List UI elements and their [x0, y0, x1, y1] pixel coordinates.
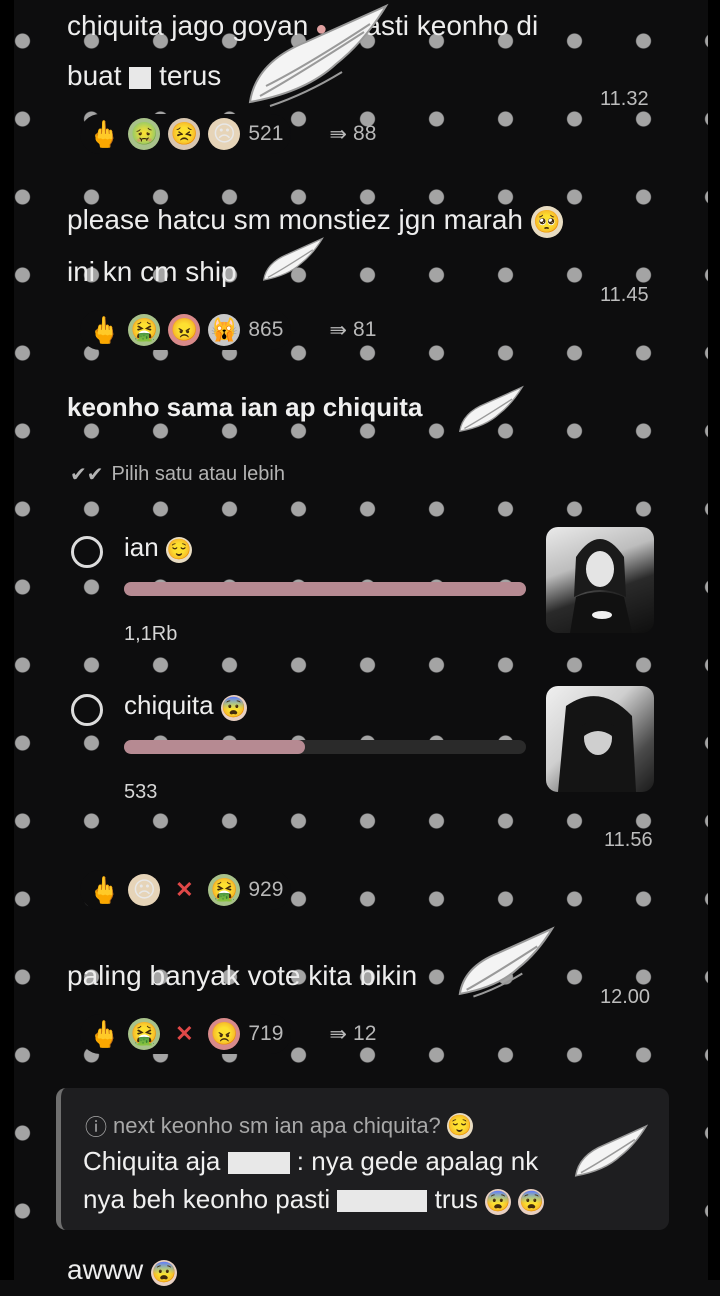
- fearful-face-icon: 😨: [485, 1189, 512, 1215]
- poll-option-ian-fill: [124, 582, 526, 596]
- nauseated-face-icon: 🤮: [128, 1018, 161, 1050]
- angry-face-icon: 😠: [208, 1018, 241, 1050]
- cross-mark-icon: ✕: [175, 1021, 194, 1046]
- poll-option-chiquita-radio[interactable]: [71, 694, 103, 726]
- question-circle-icon: ⓘ: [85, 1115, 108, 1140]
- message-1-time: 11.32: [600, 88, 649, 110]
- poll-option-chiquita-votes: 533: [124, 781, 158, 803]
- message-2-time: 11.45: [600, 284, 649, 306]
- reaction-count: 865: [248, 318, 284, 341]
- confounded-face-icon: 😣: [168, 118, 201, 150]
- wing-sticker: [458, 926, 555, 998]
- message-3-time: 12.00: [600, 986, 651, 1008]
- middle-finger-icon: 🖕: [88, 314, 121, 345]
- wing-sticker: [574, 1124, 649, 1177]
- middle-finger-icon: 🖕: [88, 118, 121, 149]
- left-edge: [0, 0, 14, 1280]
- forward-count[interactable]: ⇛ 88: [329, 122, 376, 147]
- reaction-count: 929: [248, 878, 284, 901]
- poll-option-chiquita-fill: [124, 740, 305, 754]
- angry-face-icon: 😠: [168, 314, 201, 346]
- forward-count[interactable]: ⇛ 81: [329, 318, 376, 343]
- poll-option-chiquita-label[interactable]: chiquita 😨: [124, 690, 247, 721]
- fearful-face-icon: 😨: [518, 1189, 545, 1215]
- forward-count[interactable]: ⇛ 12: [329, 1022, 376, 1047]
- last-message: awww 😨: [67, 1254, 178, 1286]
- forward-arrow-icon: ⇛: [329, 318, 348, 342]
- middle-finger-icon: 🖕: [88, 874, 121, 905]
- censor-block: [129, 66, 152, 89]
- quoted-question: ⓘ next keonho sm ian apa chiquita? 😌: [85, 1110, 473, 1142]
- middle-finger-icon: 🖕: [88, 1018, 121, 1049]
- frowning-face-icon: ☹: [128, 874, 161, 906]
- fearful-face-icon: 😨: [151, 1260, 178, 1286]
- wing-sticker: [248, 3, 389, 107]
- poll-option-ian-photo[interactable]: [546, 527, 654, 633]
- fearful-face-icon: 😨: [220, 695, 247, 721]
- quoted-answer-line-2: nya beh keonho pasti trus 😨 😨: [83, 1184, 545, 1215]
- right-edge: [708, 0, 720, 1280]
- forward-arrow-icon: ⇛: [329, 122, 348, 146]
- forward-arrow-icon: ⇛: [329, 1022, 348, 1046]
- message-2-line-2: ini kn cm ship: [67, 256, 237, 287]
- message-3-reactions[interactable]: 🖕 🤮 ✕ 😠 719 ⇛ 12: [80, 1014, 376, 1054]
- poll-option-ian-votes: 1,1Rb: [124, 623, 178, 645]
- poll-option-ian-label[interactable]: ian 😌: [124, 532, 192, 563]
- relieved-face-icon: 😌: [165, 537, 192, 563]
- cat-face-icon: 🙀: [208, 314, 241, 346]
- reaction-count: 521: [248, 122, 284, 145]
- frowning-face-icon: ☹: [208, 118, 241, 150]
- poll-time: 11.56: [604, 829, 653, 851]
- double-check-icon: ✔✔: [70, 464, 104, 486]
- message-1-line-2: buat terus: [67, 60, 222, 91]
- poll-option-ian-bar: [124, 582, 526, 596]
- wing-sticker: [262, 237, 324, 281]
- quoted-answer-line-1: Chiquita aja : nya gede apalag nk: [83, 1146, 539, 1176]
- nauseated-face-icon: 🤮: [128, 314, 161, 346]
- wing-sticker: [459, 385, 524, 433]
- censor-block: [337, 1190, 428, 1213]
- poll-reactions[interactable]: 🖕 ☹ ✕ 🤮 929: [80, 870, 292, 910]
- message-1-reactions[interactable]: 🖕 🤢 😣 ☹ 521 ⇛ 88: [80, 114, 376, 154]
- poll-option-chiquita-bar: [124, 740, 526, 754]
- nauseated-face-icon: 🤮: [208, 874, 241, 906]
- relieved-face-icon: 😌: [446, 1113, 473, 1139]
- poll-question: keonho sama ian ap chiquita: [67, 392, 423, 422]
- message-2-reactions[interactable]: 🖕 🤮 😠 🙀 865 ⇛ 81: [80, 310, 376, 350]
- pleading-face-icon: 🥺: [530, 206, 563, 238]
- message-3-text: paling banyak vote kita bikin: [67, 960, 418, 991]
- reaction-count: 719: [248, 1022, 284, 1045]
- nauseated-face-icon: 🤢: [128, 118, 161, 150]
- poll-option-ian-radio[interactable]: [71, 536, 103, 568]
- cross-mark-icon: ✕: [175, 877, 194, 902]
- censor-block: [227, 1152, 290, 1175]
- poll-option-chiquita-photo[interactable]: [546, 686, 654, 792]
- poll-subtitle: ✔✔ Pilih satu atau lebih: [70, 463, 285, 486]
